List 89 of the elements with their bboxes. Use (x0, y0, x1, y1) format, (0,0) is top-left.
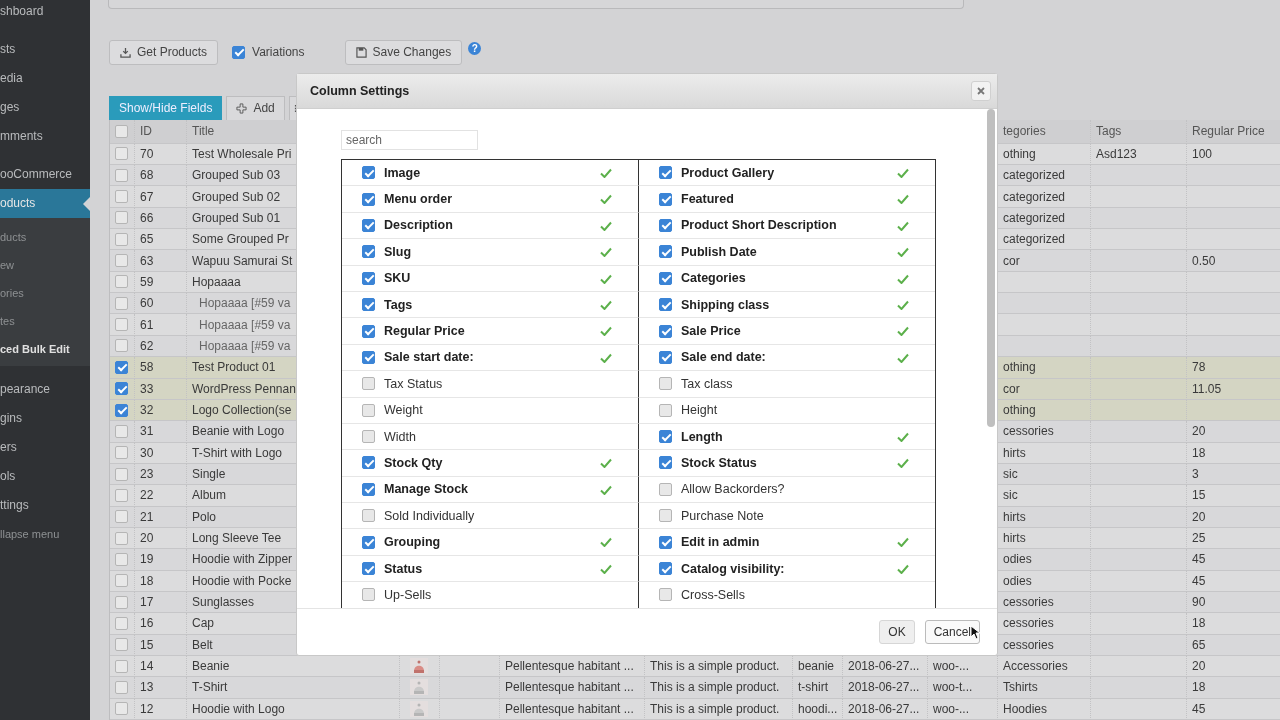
table-cell: 2018-06-27... (843, 698, 928, 720)
table-cell: 22 (135, 485, 187, 507)
table-cell: 18 (1187, 613, 1280, 635)
cancel-button[interactable]: Cancel (924, 620, 980, 644)
field-label: Height (681, 403, 718, 418)
table-cell: 15 (135, 634, 187, 656)
collapse-menu-link[interactable]: llapse menu (0, 520, 90, 549)
table-cell: woo-... (928, 698, 998, 720)
sidebar-item[interactable]: ers (0, 433, 90, 462)
save-changes-button[interactable]: Save Changes (344, 39, 463, 65)
table-cell: Tshirts (998, 677, 1091, 699)
table-cell: 18 (135, 570, 187, 592)
sidebar-item[interactable]: pearance (0, 375, 90, 404)
variations-label: Variations (252, 45, 305, 60)
table-cell: This is a simple product. (645, 698, 793, 720)
table-cell: 61 (135, 314, 187, 336)
get-products-button[interactable]: Get Products (109, 39, 219, 65)
field-label: Shipping class (681, 297, 770, 312)
field-label: Product Gallery (681, 165, 775, 180)
sidebar-item[interactable]: gins (0, 404, 90, 433)
column-header[interactable]: ID (135, 119, 187, 144)
table-cell: Hoodie with Logo (187, 698, 400, 720)
table-cell: 45 (1187, 570, 1280, 592)
table-cell: 18 (1187, 677, 1280, 699)
table-cell: 0.50 (1187, 250, 1280, 272)
table-cell: 12 (135, 698, 187, 720)
table-cell: hoodi... (793, 698, 843, 720)
field-label: Sale end date: (681, 350, 766, 365)
sidebar-item[interactable]: ooCommerce (0, 160, 90, 189)
field-label: Publish Date (681, 244, 757, 259)
table-cell: 31 (135, 421, 187, 443)
submenu-item[interactable]: ced Bulk Edit (0, 335, 90, 363)
sidebar-item[interactable]: mments (0, 122, 90, 151)
field-label: Categories (681, 271, 746, 286)
table-cell: 33 (135, 378, 187, 400)
search-field[interactable]: search (341, 130, 478, 150)
table-cell: 15 (1187, 485, 1280, 507)
field-label: Purchase Note (681, 508, 764, 523)
table-cell: Pellentesque habitant ... (500, 698, 645, 720)
table-cell: 11.05 (1187, 378, 1280, 400)
table-cell: 45 (1187, 698, 1280, 720)
submenu-item[interactable]: tes (0, 307, 90, 335)
field-label: Sale Price (681, 324, 741, 339)
help-icon[interactable]: ? (468, 41, 482, 55)
table-cell: Pellentesque habitant ... (500, 677, 645, 699)
field-label: Product Short Description (681, 218, 837, 233)
table-cell: 2018-06-27... (843, 677, 928, 699)
table-cell: This is a simple product. (645, 677, 793, 699)
table-cell: T-Shirt (187, 677, 400, 699)
field-label: Tax class (681, 376, 733, 391)
table-cell: 63 (135, 250, 187, 272)
sidebar-item[interactable]: ttings (0, 491, 90, 520)
dialog-title: Column Settings (310, 84, 410, 98)
table-cell: 78 (1187, 357, 1280, 379)
table-cell: Hoodies (998, 698, 1091, 720)
sidebar-item[interactable]: edia (0, 64, 90, 93)
table-cell: 21 (135, 506, 187, 528)
table-cell: 30 (135, 442, 187, 464)
field-label: Cross-Sells (681, 587, 745, 602)
field-label: Edit in admin (681, 535, 760, 550)
field-label: Allow Backorders? (681, 482, 785, 497)
submenu-item[interactable]: ew (0, 251, 90, 279)
field-label: Catalog visibility: (681, 561, 785, 576)
field-label: Length (681, 429, 723, 444)
table-cell: 45 (1187, 549, 1280, 571)
table-cell: 13 (135, 677, 187, 699)
field-label: Stock Status (681, 456, 757, 470)
submenu-item[interactable]: ducts (0, 223, 90, 251)
table-cell: woo-t... (928, 677, 998, 699)
table-cell: 20 (1187, 506, 1280, 528)
add-button[interactable]: Add (226, 95, 285, 120)
column-header[interactable]: Regular Price (1187, 119, 1280, 144)
table-cell: 65 (1187, 634, 1280, 656)
sidebar-item[interactable]: sts (0, 35, 90, 64)
table-cell: 20 (1187, 421, 1280, 443)
table-cell: 58 (135, 357, 187, 379)
table-cell: 18 (1187, 442, 1280, 464)
column-header[interactable]: Tags (1091, 119, 1187, 144)
table-cell: 67 (135, 186, 187, 208)
sidebar-item[interactable]: oducts (0, 189, 90, 218)
sidebar-item[interactable]: shboard (0, 0, 90, 26)
field-label: Featured (681, 192, 734, 207)
table-cell: 19 (135, 549, 187, 571)
table-cell: t-shirt (793, 677, 843, 699)
submenu-item[interactable]: ories (0, 279, 90, 307)
sidebar-item[interactable]: ges (0, 93, 90, 122)
table-cell: 16 (135, 613, 187, 635)
sidebar-item[interactable]: ols (0, 462, 90, 491)
ok-button[interactable]: OK (879, 620, 915, 644)
